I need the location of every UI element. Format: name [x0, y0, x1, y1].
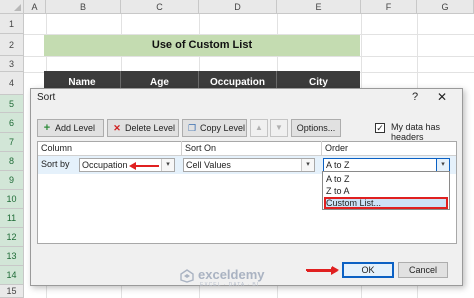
sort-by-column-select[interactable]: Occupation ▾: [79, 158, 175, 172]
copy-level-label: Copy Level: [200, 123, 246, 133]
column-header-g[interactable]: G: [417, 0, 474, 14]
row-header-1[interactable]: 1: [0, 14, 24, 34]
row-header-13[interactable]: 13: [0, 247, 24, 266]
move-up-button[interactable]: ▲: [250, 119, 268, 137]
help-button[interactable]: ?: [409, 91, 421, 103]
chevron-down-icon: ▾: [161, 159, 174, 171]
sort-by-label: Sort by: [41, 159, 70, 169]
order-heading: Order: [325, 143, 349, 153]
select-all-corner[interactable]: [0, 0, 24, 14]
arrow-up-icon: ▲: [255, 123, 263, 132]
row-header-4[interactable]: 4: [0, 72, 24, 95]
order-value: A to Z: [326, 160, 350, 170]
delete-level-button[interactable]: ✕ Delete Level: [107, 119, 179, 137]
add-level-label: Add Level: [55, 123, 96, 133]
close-button[interactable]: ✕: [435, 90, 449, 104]
row-header-8[interactable]: 8: [0, 152, 24, 171]
watermark-name: exceldemy: [198, 267, 265, 282]
exceldemy-watermark: exceldemy EXCEL · DATA · BI: [176, 265, 296, 291]
column-separator: [181, 141, 182, 155]
add-level-button[interactable]: + Add Level: [37, 119, 104, 137]
order-option-custom-list[interactable]: Custom List...: [324, 197, 448, 209]
column-header-a[interactable]: A: [24, 0, 46, 14]
row-header-7[interactable]: 7: [0, 133, 24, 152]
column-header-d[interactable]: D: [199, 0, 277, 14]
arrow-down-icon: ▼: [275, 123, 283, 132]
options-button[interactable]: Options...: [291, 119, 341, 137]
chevron-down-icon: ▾: [301, 159, 314, 171]
row-header-5[interactable]: 5: [0, 95, 24, 113]
move-down-button[interactable]: ▼: [270, 119, 288, 137]
annotation-arrow: [306, 269, 332, 271]
copy-icon: ❐: [187, 123, 197, 133]
row-header-11[interactable]: 11: [0, 209, 24, 228]
row-header-10[interactable]: 10: [0, 190, 24, 209]
delete-level-label: Delete Level: [125, 123, 176, 133]
order-select[interactable]: A to Z ▾: [323, 158, 450, 172]
plus-icon: +: [43, 122, 51, 134]
row-header-2[interactable]: 2: [0, 34, 24, 56]
row-header-9[interactable]: 9: [0, 171, 24, 190]
delete-x-icon: ✕: [113, 123, 121, 133]
row-header-14[interactable]: 14: [0, 266, 24, 285]
column-separator: [321, 141, 322, 155]
cancel-button[interactable]: Cancel: [398, 262, 448, 278]
column-header-e[interactable]: E: [277, 0, 361, 14]
sort-by-column-value: Occupation: [82, 160, 128, 170]
ok-button[interactable]: OK: [342, 262, 394, 278]
sheet-title[interactable]: Use of Custom List: [44, 35, 360, 56]
watermark-tagline: EXCEL · DATA · BI: [200, 282, 260, 288]
row-header-15[interactable]: 15: [0, 285, 24, 298]
order-option-z-to-a[interactable]: Z to A: [324, 185, 448, 197]
column-header-f[interactable]: F: [361, 0, 417, 14]
has-headers-checkbox[interactable]: ✓: [375, 123, 385, 133]
column-header-c[interactable]: C: [121, 0, 199, 14]
row-header-6[interactable]: 6: [0, 113, 24, 133]
order-option-a-to-z[interactable]: A to Z: [324, 173, 448, 185]
annotation-arrow: [135, 165, 159, 167]
column-header-b[interactable]: B: [46, 0, 121, 14]
row-header-3[interactable]: 3: [0, 56, 24, 72]
sort-on-select[interactable]: Cell Values ▾: [183, 158, 315, 172]
sort-on-value: Cell Values: [186, 160, 231, 170]
order-dropdown-list: A to Z Z to A Custom List...: [322, 171, 450, 210]
gridline: [24, 56, 474, 57]
chevron-down-icon: ▾: [436, 158, 450, 172]
copy-level-button[interactable]: ❐ Copy Level: [182, 119, 247, 137]
exceldemy-logo-icon: [180, 269, 194, 283]
sort-on-heading: Sort On: [185, 143, 217, 153]
dialog-title: Sort: [37, 92, 56, 103]
annotation-arrowhead: [332, 266, 339, 274]
has-headers-label: My data has headers: [391, 122, 441, 142]
annotation-arrowhead: [129, 162, 136, 170]
column-heading: Column: [41, 143, 73, 153]
row-header-12[interactable]: 12: [0, 228, 24, 247]
